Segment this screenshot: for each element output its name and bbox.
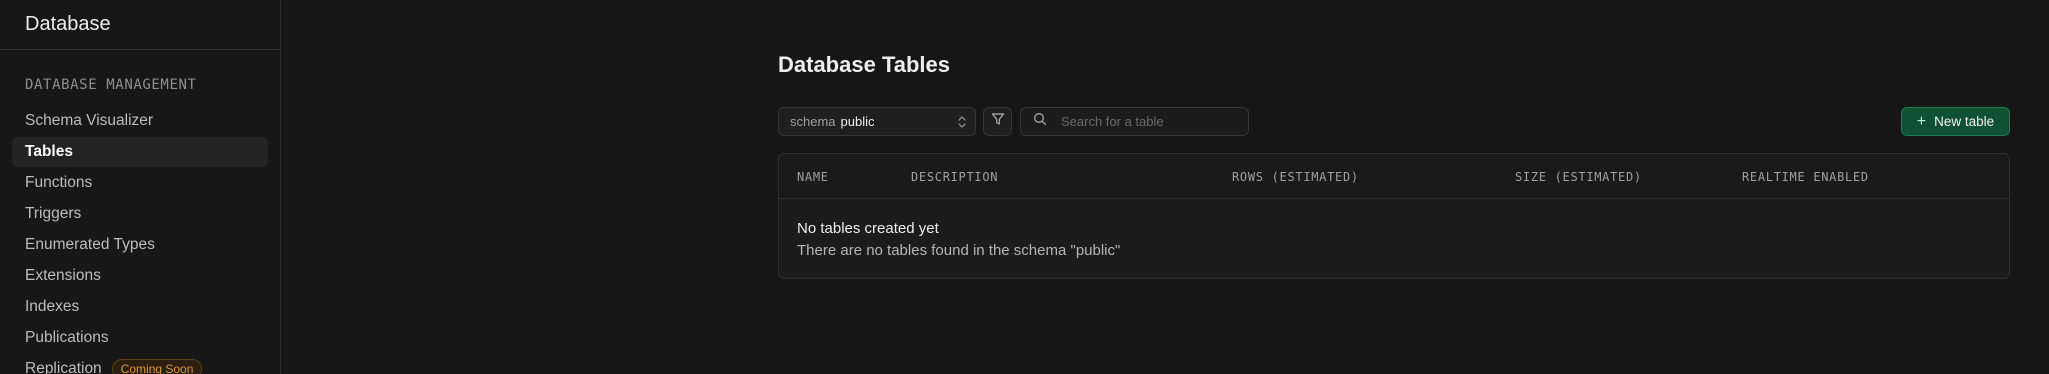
sidebar-item-extensions[interactable]: Extensions <box>12 261 268 291</box>
sidebar-item-functions[interactable]: Functions <box>12 168 268 198</box>
sidebar: Database DATABASE MANAGEMENT Schema Visu… <box>0 0 281 374</box>
column-header-size: SIZE (ESTIMATED) <box>1515 170 1642 184</box>
sidebar-item-label: Functions <box>25 174 93 191</box>
sidebar-item-label: Enumerated Types <box>25 236 155 253</box>
search-field[interactable] <box>1020 107 1249 136</box>
sidebar-item-triggers[interactable]: Triggers <box>12 199 268 229</box>
search-icon <box>1033 112 1047 131</box>
app: Database DATABASE MANAGEMENT Schema Visu… <box>0 0 2049 374</box>
page-title: Database Tables <box>778 52 951 77</box>
sidebar-header: Database <box>0 0 280 50</box>
chevron-updown-icon <box>957 115 967 132</box>
new-table-label: New table <box>1934 114 1995 129</box>
sidebar-item-label: Indexes <box>25 298 80 315</box>
sidebar-item-replication[interactable]: Replication Coming Soon <box>12 354 268 374</box>
sidebar-item-schema-visualizer[interactable]: Schema Visualizer <box>12 106 268 136</box>
column-header-description: DESCRIPTION <box>911 170 999 184</box>
tables-table: NAME DESCRIPTION ROWS (ESTIMATED) SIZE (… <box>778 153 2010 279</box>
empty-state-title: No tables created yet <box>797 220 939 237</box>
schema-selector[interactable]: schema public <box>778 107 976 136</box>
column-header-realtime: REALTIME ENABLED <box>1742 170 1869 184</box>
filter-icon <box>991 112 1005 131</box>
sidebar-item-label: Schema Visualizer <box>25 112 154 129</box>
new-table-button[interactable]: + New table <box>1901 107 2010 136</box>
column-header-name: NAME <box>797 170 829 184</box>
table-header: NAME DESCRIPTION ROWS (ESTIMATED) SIZE (… <box>779 154 2009 199</box>
search-input[interactable] <box>1061 114 1241 129</box>
filter-button[interactable] <box>983 107 1012 136</box>
schema-selector-value: public <box>840 114 875 129</box>
coming-soon-badge: Coming Soon <box>111 359 203 374</box>
sidebar-item-tables[interactable]: Tables <box>12 137 268 167</box>
sidebar-title: Database <box>25 13 111 35</box>
column-header-rows: ROWS (ESTIMATED) <box>1232 170 1359 184</box>
sidebar-item-label: Replication <box>25 360 102 374</box>
sidebar-item-indexes[interactable]: Indexes <box>12 292 268 322</box>
main-content: Database Tables schema public + New tabl… <box>281 0 2049 374</box>
sidebar-item-enumerated-types[interactable]: Enumerated Types <box>12 230 268 260</box>
sidebar-item-label: Extensions <box>25 267 101 284</box>
sidebar-item-label: Tables <box>25 143 73 160</box>
sidebar-section-heading: DATABASE MANAGEMENT <box>25 77 197 93</box>
plus-icon: + <box>1916 112 1927 130</box>
sidebar-item-publications[interactable]: Publications <box>12 323 268 353</box>
sidebar-item-label: Triggers <box>25 205 82 222</box>
sidebar-item-label: Publications <box>25 329 109 346</box>
empty-state-description: There are no tables found in the schema … <box>797 242 1121 259</box>
schema-selector-label: schema <box>790 114 836 129</box>
sidebar-nav: Schema Visualizer Tables Functions Trigg… <box>12 106 268 374</box>
